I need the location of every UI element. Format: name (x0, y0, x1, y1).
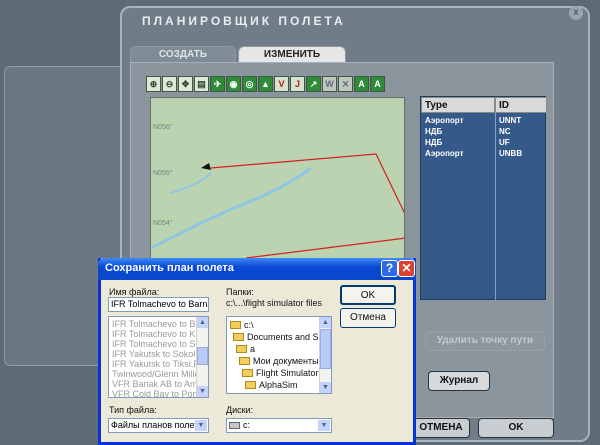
folder-item[interactable]: AlphaSim (245, 380, 298, 391)
dialog-ok-button[interactable]: OK (340, 285, 396, 305)
waypoint-id: UNBB (499, 149, 523, 158)
folder-item[interactable]: a (236, 344, 255, 355)
waypoint-type: Аэропорт (425, 149, 464, 158)
route-icon[interactable]: ↗ (306, 76, 321, 92)
waypoint-id: UNNT (499, 116, 522, 125)
aircraft-icon (201, 163, 211, 170)
help-button[interactable]: ? (381, 260, 398, 277)
table-row[interactable]: Аэропорт UNBB (421, 148, 547, 159)
drive-value: c: (243, 420, 251, 430)
folder-tree[interactable]: c:\ Documents and Set a Мои документы Fl… (226, 316, 332, 394)
airport-filter-icon[interactable]: ✈ (210, 76, 225, 92)
folder-tree-scrollbar[interactable]: ▲ ▼ (319, 317, 331, 393)
tab-create[interactable]: СОЗДАТЬ (130, 46, 236, 62)
latitude-label: N055° (153, 170, 173, 177)
waypoint-id: NC (499, 127, 511, 136)
folder-item[interactable]: Documents and Set (233, 332, 326, 343)
filetype-select[interactable]: Файлы планов полета ▼ (108, 418, 209, 433)
drive-icon (229, 422, 240, 429)
waypoint-id: UF (499, 138, 510, 147)
folder-open-icon (233, 333, 244, 341)
file-list[interactable]: IFR Tolmachevo to Barı IFR Tolmachevo to… (108, 316, 209, 398)
journal-button[interactable]: Журнал (428, 371, 490, 391)
chevron-down-icon[interactable]: ▼ (318, 420, 330, 431)
scroll-down-icon[interactable]: ▼ (197, 386, 208, 397)
zoom-in-icon[interactable]: ⊕ (146, 76, 161, 92)
filetype-value: Файлы планов полета (111, 420, 204, 430)
folder-open-icon (242, 369, 253, 377)
folder-label: Мои документы (253, 356, 319, 366)
river-branch (170, 172, 212, 194)
folder-label: Documents and Set (247, 332, 327, 342)
filename-label: Имя файла: (109, 287, 160, 297)
dialog-title: Сохранить план полета (105, 262, 234, 274)
dialog-cancel-button[interactable]: Отмена (340, 308, 396, 328)
flight-route-return (245, 237, 404, 259)
waypoint-type: Аэропорт (425, 116, 464, 125)
table-row[interactable]: НДБ UF (421, 137, 547, 148)
folder-item[interactable]: c:\ (230, 320, 254, 331)
delete-waypoint-button[interactable]: Удалить точку пути (425, 331, 545, 351)
intersection-filter-icon[interactable]: ▲ (258, 76, 273, 92)
table-row[interactable]: Аэропорт UNNT (421, 115, 547, 126)
waypoint-type: НДБ (425, 138, 443, 147)
vor-filter-icon[interactable]: ◉ (226, 76, 241, 92)
folder-item[interactable]: Мои документы (239, 356, 319, 367)
folder-label: Flight Simulator Fi (256, 368, 329, 378)
scroll-thumb[interactable] (197, 347, 208, 365)
folder-icon (245, 381, 256, 389)
drive-select[interactable]: c: ▼ (226, 418, 332, 433)
jet-airways-icon[interactable]: J (290, 76, 305, 92)
drives-label: Диски: (226, 405, 254, 415)
filename-input[interactable]: IFR Tolmachevo to Barnau (108, 297, 209, 312)
map-toolbar: ⊕ ⊖ ✥ ▤ ✈ ◉ ◎ ▲ V J ↗ W ✕ A A (146, 76, 385, 94)
cross-icon[interactable]: ✕ (338, 76, 353, 92)
wind-icon[interactable]: W (322, 76, 337, 92)
text-size-icon[interactable]: A (370, 76, 385, 92)
dialog-close-button[interactable]: ✕ (398, 260, 415, 277)
route-map[interactable]: N056° N055° N054° (150, 97, 405, 262)
folder-open-icon (230, 321, 241, 329)
folder-item[interactable]: Flight Simulator Fi (242, 368, 329, 379)
planner-close-button[interactable]: x (569, 6, 583, 20)
waypoint-table: Type ID Аэропорт UNNT НДБ NC НДБ UF Аэро… (420, 96, 547, 301)
scroll-down-icon[interactable]: ▼ (320, 382, 331, 393)
text-label-icon[interactable]: A (354, 76, 369, 92)
planner-title: ПЛАНИРОВЩИК ПОЛЕТА (142, 14, 346, 28)
column-header-type[interactable]: Type (421, 97, 495, 113)
tab-edit[interactable]: ИЗМЕНИТЬ (238, 46, 346, 62)
filetype-label: Тип файла: (109, 405, 157, 415)
list-item[interactable]: VFR Cold Bay to Port H (112, 389, 207, 397)
column-header-id[interactable]: ID (495, 97, 547, 113)
waypoint-type: НДБ (425, 127, 443, 136)
chevron-down-icon[interactable]: ▼ (195, 420, 207, 431)
ndb-filter-icon[interactable]: ◎ (242, 76, 257, 92)
scroll-up-icon[interactable]: ▲ (320, 317, 331, 328)
dialog-titlebar: Сохранить план полета ? ✕ (98, 258, 416, 280)
folder-open-icon (239, 357, 250, 365)
ok-button[interactable]: OK (478, 418, 554, 438)
latitude-label: N054° (153, 220, 173, 227)
folder-label: a (250, 344, 256, 354)
zoom-out-icon[interactable]: ⊖ (162, 76, 177, 92)
scroll-up-icon[interactable]: ▲ (197, 317, 208, 328)
print-icon[interactable]: ▤ (194, 76, 209, 92)
folder-open-icon (236, 345, 247, 353)
folder-label: AlphaSim (259, 380, 298, 390)
victor-airways-icon[interactable]: V (274, 76, 289, 92)
folder-path: c:\...\flight simulator files (226, 298, 323, 308)
river (151, 166, 312, 250)
scroll-thumb[interactable] (320, 329, 331, 369)
folders-label: Папки: (226, 287, 254, 297)
latitude-label: N056° (153, 124, 173, 131)
table-row[interactable]: НДБ NC (421, 126, 547, 137)
pan-icon[interactable]: ✥ (178, 76, 193, 92)
map-canvas (151, 98, 404, 259)
file-list-scrollbar[interactable]: ▲ ▼ (196, 317, 208, 397)
cancel-button[interactable]: ОТМЕНА (412, 418, 470, 438)
folder-label: c:\ (244, 320, 254, 330)
